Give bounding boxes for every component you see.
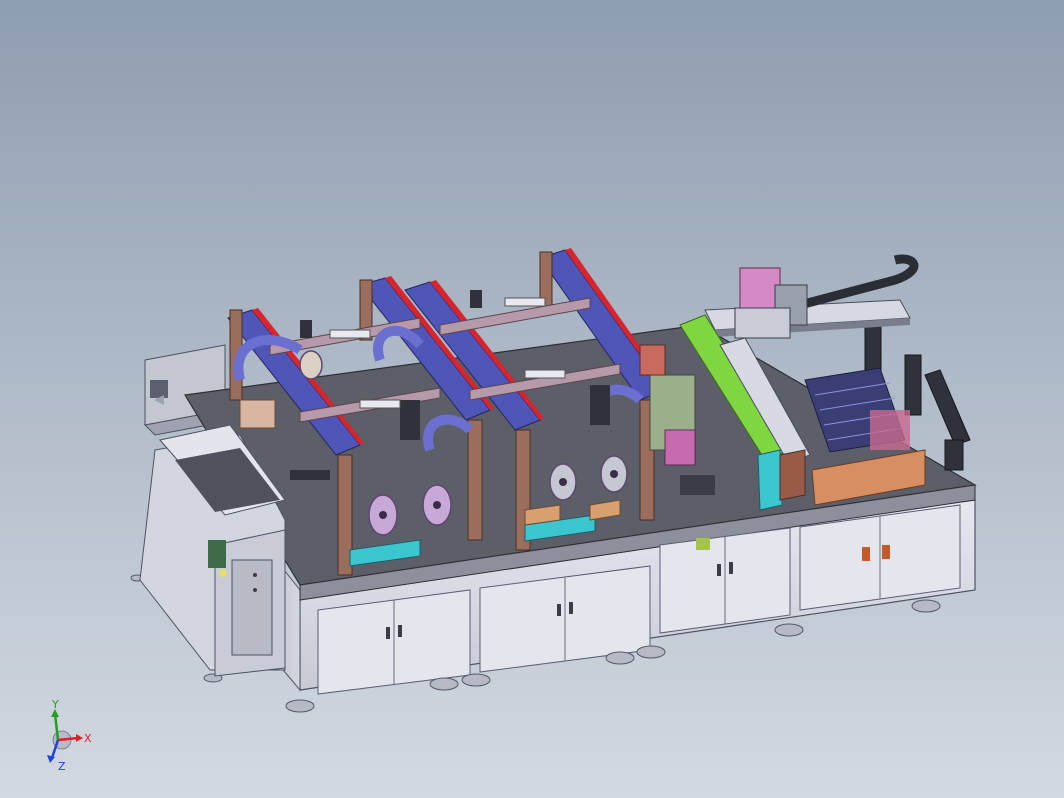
machine-assembly-model[interactable]	[0, 0, 1064, 798]
z-axis-label: Z	[58, 760, 66, 772]
graphics-viewport[interactable]: Y X Z	[0, 0, 1064, 798]
y-axis-label: Y	[51, 700, 59, 711]
x-axis-label: X	[84, 732, 92, 745]
view-orientation-triad: Y X Z	[47, 700, 92, 772]
